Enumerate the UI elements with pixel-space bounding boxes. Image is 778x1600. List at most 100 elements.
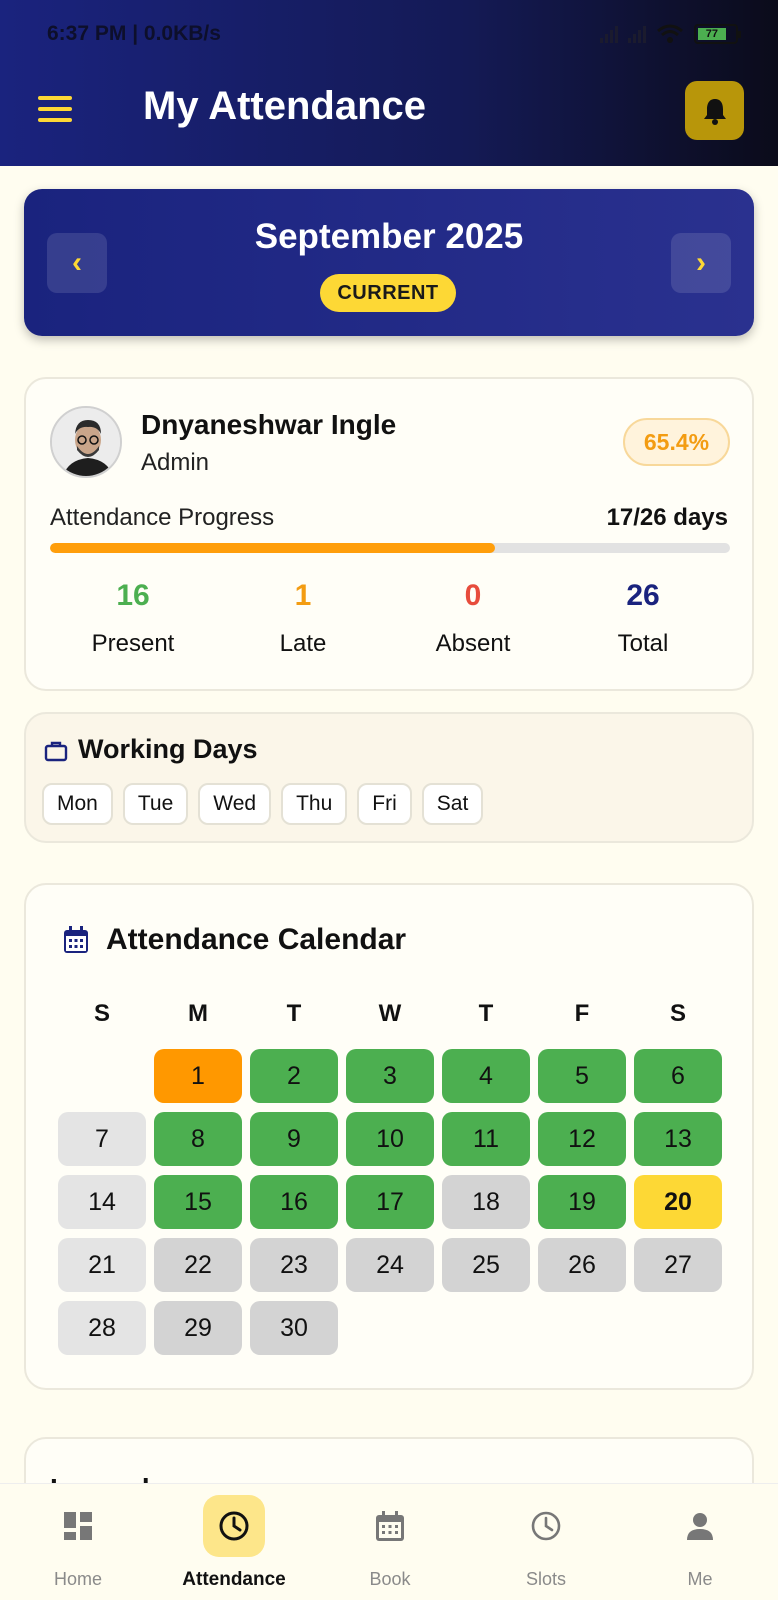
weekday-header: T [286, 1000, 302, 1027]
month-selector: ‹ September 2025 CURRENT › [24, 189, 754, 336]
calendar-title: Attendance Calendar [106, 923, 407, 956]
stat-label: Absent [435, 630, 511, 657]
stat-present: 16 Present [48, 579, 218, 658]
calendar-day[interactable]: 18 [442, 1175, 530, 1229]
calendar-day[interactable]: 6 [634, 1049, 722, 1103]
working-days-title: Working Days [78, 734, 258, 764]
grid-icon [64, 1512, 92, 1540]
calendar-day[interactable]: 28 [58, 1301, 146, 1355]
day-chip: Mon [42, 783, 113, 825]
nav-label: Attendance [182, 1569, 286, 1590]
calendar-day[interactable]: 9 [250, 1112, 338, 1166]
calendar-day[interactable]: 12 [538, 1112, 626, 1166]
day-chip: Fri [357, 783, 412, 825]
current-badge: CURRENT [320, 274, 456, 312]
stat-label: Total [617, 630, 669, 657]
nav-label: Me [687, 1569, 713, 1589]
calendar-day[interactable]: 26 [538, 1238, 626, 1292]
clock-icon [219, 1511, 249, 1541]
nav-label: Slots [525, 1569, 567, 1589]
stat-value: 1 [294, 579, 312, 612]
nav-label: Book [369, 1569, 411, 1589]
calendar-day[interactable]: 4 [442, 1049, 530, 1103]
stat-label: Late [279, 630, 327, 657]
day-chip: Thu [281, 783, 348, 825]
calendar-day[interactable]: 8 [154, 1112, 242, 1166]
calendar-icon [64, 926, 88, 953]
stat-label: Present [91, 630, 175, 657]
status-time: 6:37 PM | 0.0KB/s [47, 22, 221, 45]
status-icons: 77 [600, 24, 741, 44]
calendar-day[interactable]: 24 [346, 1238, 434, 1292]
status-bar: 6:37 PM | 0.0KB/s 77 [47, 20, 741, 50]
profile-card: Dnyaneshwar Ingle Admin 65.4% Attendance… [24, 377, 754, 691]
calendar-day[interactable]: 13 [634, 1112, 722, 1166]
weekday-header: S [669, 1000, 686, 1027]
calendar-icon [376, 1511, 404, 1541]
next-month-button[interactable]: › [671, 233, 731, 293]
calendar-day[interactable]: 15 [154, 1175, 242, 1229]
nav-slots[interactable]: Slots [468, 1484, 624, 1600]
nav-home[interactable]: Home [0, 1484, 156, 1600]
weekday-header: S [93, 1000, 110, 1027]
calendar-day[interactable]: 7 [58, 1112, 146, 1166]
stat-total: 26 Total [558, 579, 728, 658]
nav-label: Home [53, 1569, 102, 1589]
calendar-day[interactable]: 23 [250, 1238, 338, 1292]
calendar-day[interactable]: 5 [538, 1049, 626, 1103]
user-name: Dnyaneshwar Ingle [141, 409, 397, 440]
person-icon [687, 1513, 713, 1540]
calendar-day[interactable]: 29 [154, 1301, 242, 1355]
calendar-day[interactable]: 22 [154, 1238, 242, 1292]
calendar-day[interactable]: 19 [538, 1175, 626, 1229]
wifi-icon [657, 24, 683, 43]
page-title: My Attendance [143, 84, 427, 128]
menu-button[interactable] [38, 96, 72, 122]
day-chip: Tue [122, 783, 189, 825]
calendar-day[interactable]: 14 [58, 1175, 146, 1229]
working-days-list: Mon Tue Wed Thu Fri Sat [42, 783, 484, 825]
calendar-day[interactable]: 27 [634, 1238, 722, 1292]
calendar-day[interactable]: 1 [154, 1049, 242, 1103]
bell-icon [703, 98, 726, 125]
attendance-calendar-card: Attendance Calendar S M T W T F S 1 2 3 4 5 6 7 8 9 10 11… [24, 883, 754, 1390]
calendar-day[interactable]: 25 [442, 1238, 530, 1292]
clock-outline-icon [531, 1511, 561, 1541]
month-title: September 2025 [254, 217, 524, 256]
attendance-progress-bar [50, 543, 730, 553]
notifications-button[interactable] [685, 81, 744, 140]
progress-label: Attendance Progress [50, 504, 275, 531]
calendar-day[interactable]: 20 [634, 1175, 722, 1229]
chevron-right-icon: › [696, 246, 706, 279]
calendar-day[interactable]: 2 [250, 1049, 338, 1103]
weekday-header: W [378, 1000, 402, 1027]
weekday-header: F [574, 1000, 590, 1027]
day-chip: Sat [421, 783, 484, 825]
calendar-day[interactable]: 30 [250, 1301, 338, 1355]
weekday-header: M [188, 1000, 208, 1027]
bottom-navigation: Home Attendance Book Slots Me [0, 1483, 778, 1600]
calendar-day[interactable]: 21 [58, 1238, 146, 1292]
signal-icon [628, 25, 646, 43]
calendar-day[interactable]: 11 [442, 1112, 530, 1166]
progress-days: 17/26 days [606, 504, 728, 531]
weekday-header: T [478, 1000, 494, 1027]
working-days-card: Working Days Mon Tue Wed Thu Fri Sat [24, 712, 754, 843]
attendance-percentage-badge: 65.4% [623, 418, 730, 466]
signal-icon [600, 25, 618, 43]
nav-attendance[interactable]: Attendance [156, 1484, 312, 1600]
stat-value: 0 [464, 579, 482, 612]
nav-me[interactable]: Me [622, 1484, 778, 1600]
app-bar: 6:37 PM | 0.0KB/s 77 My Attendance [0, 0, 778, 166]
battery-icon: 77 [694, 24, 741, 44]
progress-fill [50, 543, 495, 553]
calendar-day[interactable]: 10 [346, 1112, 434, 1166]
day-chip: Wed [198, 783, 272, 825]
calendar-day[interactable]: 17 [346, 1175, 434, 1229]
user-role: Admin [141, 449, 210, 476]
calendar-day[interactable]: 16 [250, 1175, 338, 1229]
stat-value: 26 [626, 579, 660, 612]
nav-book[interactable]: Book [312, 1484, 468, 1600]
stat-value: 16 [116, 579, 150, 612]
calendar-day[interactable]: 3 [346, 1049, 434, 1103]
